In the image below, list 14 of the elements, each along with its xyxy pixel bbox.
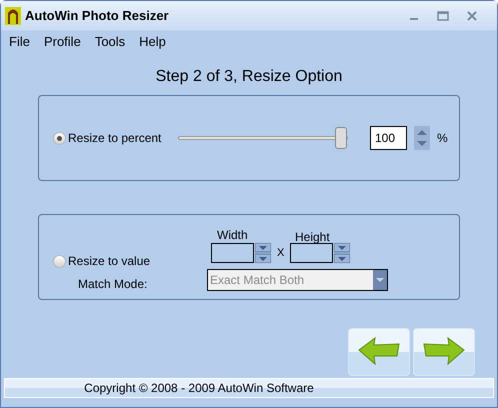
menu-item[interactable]: Profile [44, 32, 81, 52]
menu-item[interactable]: Help [139, 32, 166, 52]
menu-item[interactable]: File [9, 32, 30, 52]
step-heading: Step 2 of 3, Resize Option [156, 67, 342, 87]
height-label: Height [295, 229, 330, 246]
option-label: Resize to percent [68, 130, 162, 147]
menu-item[interactable]: Tools [94, 32, 126, 52]
separator-label: X [277, 246, 284, 261]
width-label: Width [217, 227, 248, 244]
copyright-text: Copyright © 2008 - 2009 AutoWin Software [84, 380, 314, 397]
unit-label: % [437, 130, 448, 147]
window-title: AutoWin Photo Resizer [25, 6, 169, 25]
match-mode-label: Match Mode: [78, 276, 148, 293]
option-label: Resize to value [68, 253, 150, 270]
